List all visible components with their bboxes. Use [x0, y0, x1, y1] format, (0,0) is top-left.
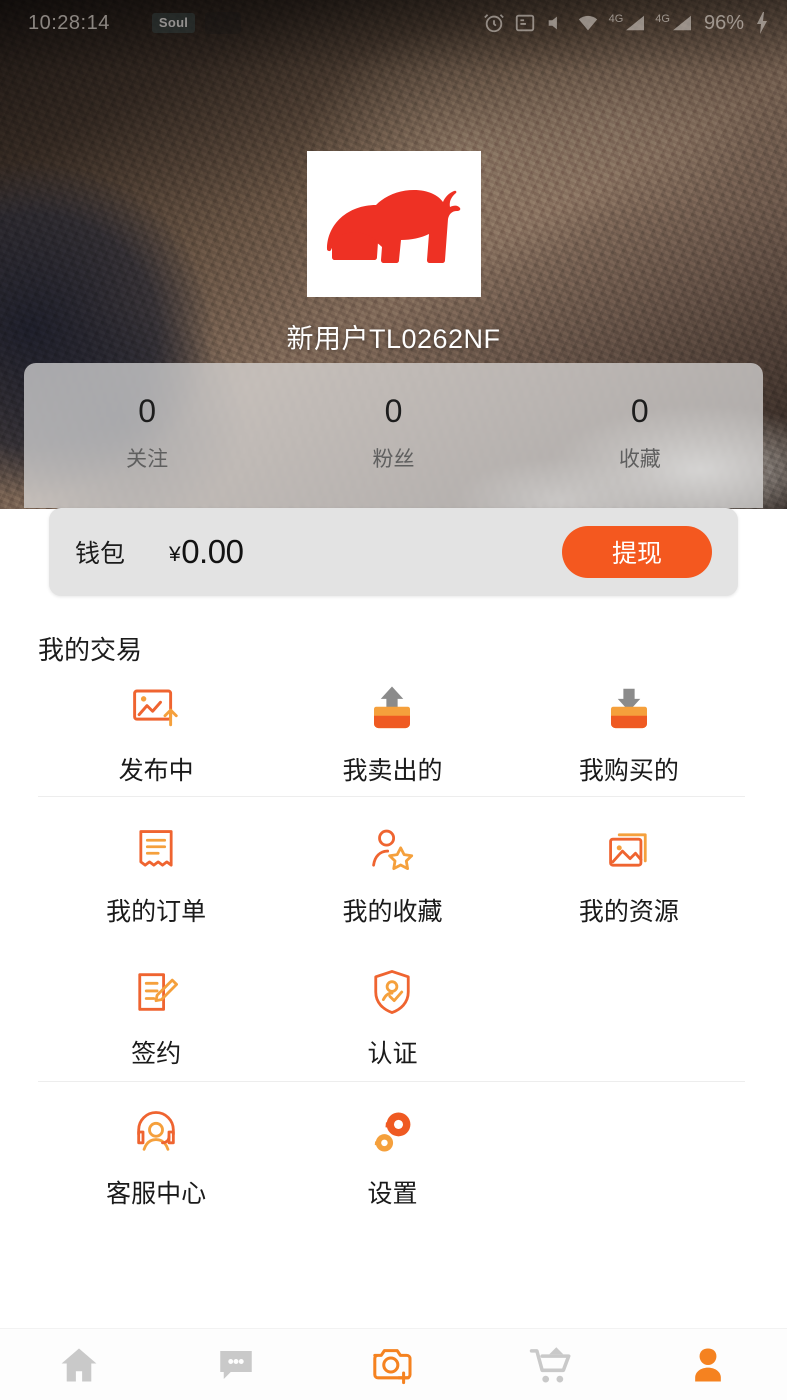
menu-item-label: 我的收藏	[342, 898, 443, 926]
bottom-navigation-bar	[0, 1328, 787, 1400]
person-star-icon	[366, 821, 418, 879]
chat-bubble-icon	[220, 1350, 252, 1379]
menu-item-label: 认证	[367, 1040, 418, 1068]
soul-app-badge: Soul	[151, 13, 196, 33]
signal-4g-icon	[672, 15, 691, 31]
signal-4g-icon	[626, 15, 645, 31]
menu-item-label: 签约	[131, 1040, 182, 1068]
receipt-icon	[130, 821, 182, 879]
document-pen-icon	[130, 963, 182, 1021]
menu-item-favorites[interactable]: 我的收藏	[274, 821, 510, 939]
menu-item-sold[interactable]: 我卖出的	[274, 680, 510, 797]
menu-grid: 发布中 我卖出的 我购买的 我的订单 我的收藏 我的资源 签约 认证 客服中心 …	[38, 680, 747, 1219]
menu-row: 签约 认证	[38, 939, 747, 1079]
menu-row: 我的订单 我的收藏 我的资源	[38, 797, 747, 939]
box-arrow-up-icon	[365, 680, 419, 738]
stat-value: 0	[630, 393, 649, 429]
wifi-icon	[578, 15, 597, 31]
nav-item-profile[interactable]	[630, 1343, 787, 1387]
menu-item-label: 设置	[367, 1180, 418, 1208]
menu-item-orders[interactable]: 我的订单	[38, 821, 274, 939]
status-bar: 10:28:14 Soul 4G 4G 96%	[0, 0, 787, 46]
menu-row: 发布中 我卖出的 我购买的	[38, 680, 747, 797]
menu-item-placeholder	[511, 1103, 747, 1219]
username: 新用户TL0262NF	[286, 324, 501, 354]
battery-percentage: 96%	[703, 11, 744, 34]
signal-label-2: 4G	[655, 13, 670, 25]
shopping-cart-icon	[529, 1346, 571, 1383]
nav-item-camera-post[interactable]	[315, 1341, 472, 1389]
shield-person-check-icon	[366, 963, 418, 1021]
currency-symbol: ¥	[169, 543, 181, 566]
home-icon	[61, 1348, 97, 1381]
wallet-amount: ¥0.00	[169, 533, 244, 571]
stat-value: 0	[384, 393, 403, 429]
headset-person-icon	[130, 1103, 182, 1161]
stat-label: 收藏	[618, 448, 661, 471]
notification-badge	[205, 12, 242, 34]
menu-item-label: 我的订单	[106, 898, 207, 926]
stat-label: 粉丝	[372, 448, 415, 471]
menu-item-label: 我卖出的	[342, 757, 443, 785]
camera-add-icon	[372, 1348, 412, 1384]
avatar[interactable]	[307, 151, 481, 297]
wallet-label: 钱包	[75, 540, 126, 568]
section-title-my-transactions: 我的交易	[38, 635, 143, 665]
alarm-icon	[483, 14, 504, 33]
gears-icon	[366, 1103, 418, 1161]
stat-following[interactable]: 0 关注	[24, 391, 270, 473]
menu-item-label: 我购买的	[578, 757, 679, 785]
menu-item-sign-contract[interactable]: 签约	[38, 963, 274, 1079]
menu-item-label: 我的资源	[578, 898, 679, 926]
image-stack-icon	[603, 821, 655, 879]
menu-item-label: 发布中	[118, 757, 194, 785]
withdraw-button[interactable]: 提现	[562, 526, 712, 578]
menu-item-placeholder	[511, 963, 747, 1079]
stat-collections[interactable]: 0 收藏	[517, 391, 763, 473]
menu-divider	[38, 1081, 745, 1082]
menu-item-verification[interactable]: 认证	[274, 963, 510, 1079]
status-bar-time: 10:28:14	[28, 11, 110, 34]
menu-item-settings[interactable]: 设置	[274, 1103, 510, 1219]
menu-item-resources[interactable]: 我的资源	[511, 821, 747, 939]
menu-item-label: 客服中心	[106, 1180, 207, 1208]
image-chart-upload-icon	[129, 680, 183, 738]
menu-row: 客服中心 设置	[38, 1079, 747, 1219]
menu-item-bought[interactable]: 我购买的	[511, 680, 747, 797]
mute-icon	[548, 16, 557, 30]
nav-item-cart[interactable]	[472, 1342, 629, 1388]
menu-divider	[38, 796, 745, 797]
nav-item-messages[interactable]	[157, 1344, 314, 1386]
red-elephant-logo	[327, 190, 461, 263]
signal-label-1: 4G	[608, 13, 624, 25]
stat-value: 0	[138, 393, 157, 429]
box-arrow-down-icon	[602, 680, 656, 738]
profile-person-icon	[695, 1348, 722, 1381]
profile-stats-card: 0 关注 0 粉丝 0 收藏	[24, 363, 763, 508]
wallet-amount-value: 0.00	[181, 533, 244, 570]
screenshot-icon	[515, 14, 534, 32]
menu-item-customer-service[interactable]: 客服中心	[38, 1103, 274, 1219]
menu-item-publishing[interactable]: 发布中	[38, 680, 274, 797]
nav-item-home[interactable]	[0, 1343, 157, 1387]
charging-bolt-icon	[757, 12, 767, 34]
stat-fans[interactable]: 0 粉丝	[270, 391, 516, 473]
wallet-card[interactable]: 钱包 ¥0.00 提现	[49, 508, 738, 596]
stat-label: 关注	[126, 448, 169, 471]
